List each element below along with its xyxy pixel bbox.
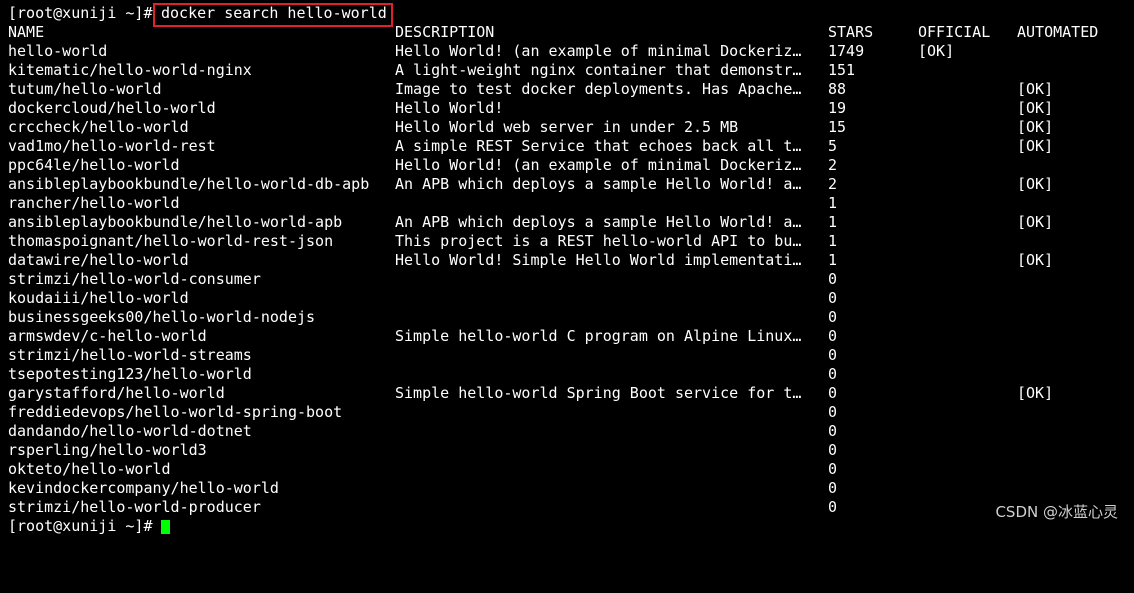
row-name: strimzi/hello-world-producer — [8, 498, 261, 516]
final-prompt-line: [root@xuniji ~]# — [0, 517, 170, 536]
row-name: strimzi/hello-world-streams — [8, 346, 252, 364]
row-name: kitematic/hello-world-nginx — [8, 61, 252, 79]
header-name: NAME — [8, 23, 45, 41]
header-automated: AUTOMATED — [1017, 23, 1099, 41]
row-stars: 19 — [828, 99, 847, 117]
row-name: okteto/hello-world — [8, 460, 171, 478]
row-name: kevindockercompany/hello-world — [8, 479, 279, 497]
row-stars: 0 — [828, 289, 838, 307]
header-stars: STARS — [828, 23, 874, 41]
row-name: armswdev/c-hello-world — [8, 327, 207, 345]
final-shell-prompt: [root@xuniji ~]# — [8, 517, 153, 535]
shell-prompt: [root@xuniji ~]# — [8, 4, 153, 22]
row-automated: [OK] — [1017, 99, 1054, 117]
row-name: ansibleplaybookbundle/hello-world-apb — [8, 213, 343, 231]
row-name: dandando/hello-world-dotnet — [8, 422, 252, 440]
row-name: garystafford/hello-world — [8, 384, 225, 402]
row-name: tutum/hello-world — [8, 80, 162, 98]
row-name: freddiedevops/hello-world-spring-boot — [8, 403, 343, 421]
row-automated: [OK] — [1017, 213, 1054, 231]
header-description: DESCRIPTION — [395, 23, 495, 41]
row-stars: 0 — [828, 479, 838, 497]
row-automated: [OK] — [1017, 251, 1054, 269]
row-description: This project is a REST hello-world API t… — [395, 232, 802, 250]
row-description: A light-weight nginx container that demo… — [395, 61, 802, 79]
row-automated: [OK] — [1017, 118, 1054, 136]
row-stars: 0 — [828, 422, 838, 440]
row-name: strimzi/hello-world-consumer — [8, 270, 261, 288]
csdn-watermark: CSDN @冰蓝心灵 — [995, 503, 1118, 521]
row-name: ppc64le/hello-world — [8, 156, 180, 174]
row-description: Image to test docker deployments. Has Ap… — [395, 80, 802, 98]
row-name: vad1mo/hello-world-rest — [8, 137, 216, 155]
row-name: rsperling/hello-world3 — [8, 441, 207, 459]
row-automated: [OK] — [1017, 80, 1054, 98]
row-stars: 1 — [828, 232, 838, 250]
row-automated: [OK] — [1017, 384, 1054, 402]
row-name: tsepotesting123/hello-world — [8, 365, 252, 383]
row-stars: 0 — [828, 270, 838, 288]
row-automated: [OK] — [1017, 175, 1054, 193]
table-header-row: NAME DESCRIPTION STARS OFFICIAL AUTOMATE… — [0, 23, 1098, 42]
row-stars: 0 — [828, 498, 838, 516]
row-stars: 1 — [828, 194, 838, 212]
row-description: Hello World web server in under 2.5 MB — [395, 118, 739, 136]
row-name: crccheck/hello-world — [8, 118, 189, 136]
row-description: An APB which deploys a sample Hello Worl… — [395, 175, 802, 193]
row-description: Hello World! (an example of minimal Dock… — [395, 42, 802, 60]
row-official: [OK] — [918, 42, 955, 60]
row-description: An APB which deploys a sample Hello Worl… — [395, 213, 802, 231]
row-stars: 2 — [828, 175, 838, 193]
row-stars: 1749 — [828, 42, 865, 60]
row-stars: 5 — [828, 137, 838, 155]
row-description: A simple REST Service that echoes back a… — [395, 137, 802, 155]
row-automated: [OK] — [1017, 137, 1054, 155]
row-name: datawire/hello-world — [8, 251, 189, 269]
row-stars: 88 — [828, 80, 847, 98]
row-stars: 0 — [828, 403, 838, 421]
row-stars: 0 — [828, 327, 838, 345]
row-stars: 2 — [828, 156, 838, 174]
cursor-block — [161, 520, 170, 534]
row-stars: 15 — [828, 118, 847, 136]
row-name: ansibleplaybookbundle/hello-world-db-apb — [8, 175, 370, 193]
row-name: hello-world — [8, 42, 108, 60]
row-description: Hello World! (an example of minimal Dock… — [395, 156, 802, 174]
row-stars: 0 — [828, 384, 838, 402]
row-stars: 0 — [828, 346, 838, 364]
row-stars: 0 — [828, 441, 838, 459]
row-name: businessgeeks00/hello-world-nodejs — [8, 308, 316, 326]
command-text: docker search hello-world — [161, 4, 387, 22]
row-name: dockercloud/hello-world — [8, 99, 216, 117]
row-stars: 0 — [828, 308, 838, 326]
row-description: Hello World! Simple Hello World implemen… — [395, 251, 802, 269]
row-description: Simple hello-world C program on Alpine L… — [395, 327, 802, 345]
header-official: OFFICIAL — [918, 23, 991, 41]
row-name: koudaiii/hello-world — [8, 289, 189, 307]
row-stars: 0 — [828, 365, 838, 383]
row-description: Hello World! — [395, 99, 504, 117]
row-name: thomaspoignant/hello-world-rest-json — [8, 232, 334, 250]
row-stars: 151 — [828, 61, 856, 79]
row-stars: 1 — [828, 213, 838, 231]
row-name: rancher/hello-world — [8, 194, 180, 212]
row-stars: 1 — [828, 251, 838, 269]
row-description: Simple hello-world Spring Boot service f… — [395, 384, 802, 402]
terminal-window[interactable]: [root@xuniji ~]# docker search hello-wor… — [0, 0, 1134, 535]
row-stars: 0 — [828, 460, 838, 478]
